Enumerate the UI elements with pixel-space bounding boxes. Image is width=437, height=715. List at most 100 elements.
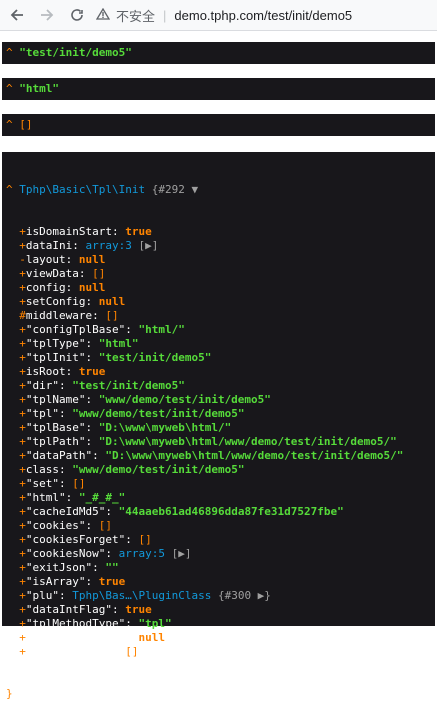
dump-value: "html" [19, 82, 59, 95]
property-value: null [78, 253, 106, 266]
property-value: "" [105, 561, 119, 574]
reload-icon[interactable] [66, 4, 88, 26]
property-visibility: + [19, 393, 26, 406]
property-visibility: + [19, 477, 26, 490]
property-separator: : [105, 547, 119, 560]
browser-toolbar: 不安全 | demo.tphp.com/test/init/demo5 [0, 0, 437, 31]
property-value: "www/demo/test/init/demo5" [72, 463, 245, 476]
property-name: "tplType" [25, 337, 86, 350]
property-name: "set" [25, 477, 59, 490]
property-separator: : [85, 337, 99, 350]
property-value: Tphp\Bas…\PluginClass [72, 589, 212, 602]
property-visibility: + [19, 519, 26, 532]
property-name: "dataPath" [25, 449, 93, 462]
property-visibility: + [19, 365, 26, 378]
property-separator: : [59, 379, 73, 392]
property-name: "dataIntFlag" [25, 603, 112, 616]
property-value: true [78, 365, 106, 378]
dump-caret[interactable]: ^ [6, 183, 13, 196]
property-row: #middleware: [] [6, 309, 431, 323]
property-separator: : [92, 449, 106, 462]
property-row: +"exitJson": "" [6, 561, 431, 575]
property-value: "tpl" [138, 617, 172, 630]
property-visibility: # [19, 309, 26, 322]
property-row: +"tplInit": "test/init/demo5" [6, 351, 431, 365]
property-row: +"cookiesForget": [] [6, 533, 431, 547]
property-row: -layout: null [6, 253, 431, 267]
property-separator: : [72, 239, 86, 252]
property-separator: : [59, 463, 73, 476]
property-visibility: + [19, 407, 26, 420]
property-visibility: + [19, 505, 26, 518]
dump-caret[interactable]: ^ [6, 118, 13, 132]
property-separator: : [92, 561, 106, 574]
dump-caret[interactable]: ^ [6, 46, 13, 60]
property-name: dataIni [25, 239, 73, 252]
property-separator: : [85, 351, 99, 364]
property-row: +setConfig: null [6, 295, 431, 309]
property-name: "tplMethodType" [25, 617, 126, 630]
property-name: "tplInit" [25, 351, 86, 364]
property-value: true [125, 225, 152, 238]
property-value: null [138, 631, 165, 644]
property-row: +"tplType": "html" [6, 337, 431, 351]
property-separator: : [65, 253, 79, 266]
arrow-right-icon[interactable] [36, 4, 58, 26]
property-separator: : [125, 533, 139, 546]
property-visibility: + [19, 421, 26, 434]
property-separator: : [85, 295, 99, 308]
property-visibility: + [19, 239, 26, 252]
property-separator: : [85, 519, 99, 532]
property-separator: : [59, 407, 73, 420]
property-separator: : [65, 491, 79, 504]
property-separator: : [125, 631, 139, 644]
property-row: +"isArray": true [6, 575, 431, 589]
property-name: "plu" [25, 589, 59, 602]
property-visibility: + [19, 547, 26, 560]
property-value: "test/init/demo5" [98, 351, 212, 364]
property-row: +class: "www/demo/test/init/demo5" [6, 463, 431, 477]
object-dump: ^ Tphp\Basic\Tpl\Init {#292 ▼ +isDomainS… [2, 152, 435, 700]
property-value: "D:\www\myweb\html/" [98, 421, 232, 434]
property-visibility: + [19, 561, 26, 574]
collapse-toggle-icon[interactable]: ▼ [191, 183, 198, 196]
property-value: [] [98, 519, 112, 532]
property-separator: : [85, 435, 99, 448]
property-row: +"tplMethodType": "tpl" [6, 617, 431, 631]
address-bar[interactable]: 不安全 | demo.tphp.com/test/init/demo5 [95, 3, 431, 27]
property-row: +"cacheIdMd5": "44aaeb61ad46896dda87fe31… [6, 505, 431, 519]
property-value: array:5 [118, 547, 165, 560]
property-value: null [78, 281, 106, 294]
property-name: "isArray" [25, 575, 86, 588]
address-separator: | [163, 7, 167, 23]
property-visibility: - [19, 253, 26, 266]
property-row: +"cookies": [] [6, 519, 431, 533]
property-value: "html" [98, 337, 139, 350]
property-row: +dataIni: array:3 [▶] [6, 239, 431, 253]
property-value: "44aaeb61ad46896dda87fe31d7527fbe" [118, 505, 344, 518]
class-name: Tphp\Basic\Tpl\Init [19, 183, 146, 196]
dump-block: ^ [] [2, 114, 435, 136]
object-close-brace: } [6, 687, 13, 700]
dump-value: "test/init/demo5" [19, 46, 132, 59]
arrow-left-icon[interactable] [6, 4, 28, 26]
dump-value: [] [19, 118, 33, 131]
property-name: "cookiesNow" [25, 547, 106, 560]
property-visibility: + [19, 323, 26, 336]
expand-toggle-icon[interactable]: {#300 ▶} [211, 589, 271, 602]
property-row: +"configTplBase": "html/" [6, 323, 431, 337]
object-ref: {#292 [151, 183, 185, 196]
property-visibility: + [19, 225, 26, 238]
property-value: [] [92, 267, 106, 280]
property-row: +"set": [] [6, 477, 431, 491]
dump-caret[interactable]: ^ [6, 82, 13, 96]
property-separator: : [85, 393, 99, 406]
property-row: +"tplName": "www/demo/test/init/demo5" [6, 393, 431, 407]
expand-toggle-icon[interactable]: [▶] [132, 239, 158, 252]
property-row: +"html": "_#_#_" [6, 491, 431, 505]
property-visibility: + [19, 435, 26, 448]
property-value: "_#_#_" [78, 491, 126, 504]
property-row: +"dataPath": "D:\www\myweb\html/www/demo… [6, 449, 431, 463]
property-row: +"cookiesNow": array:5 [▶] [6, 547, 431, 561]
expand-toggle-icon[interactable]: [▶] [165, 547, 192, 560]
